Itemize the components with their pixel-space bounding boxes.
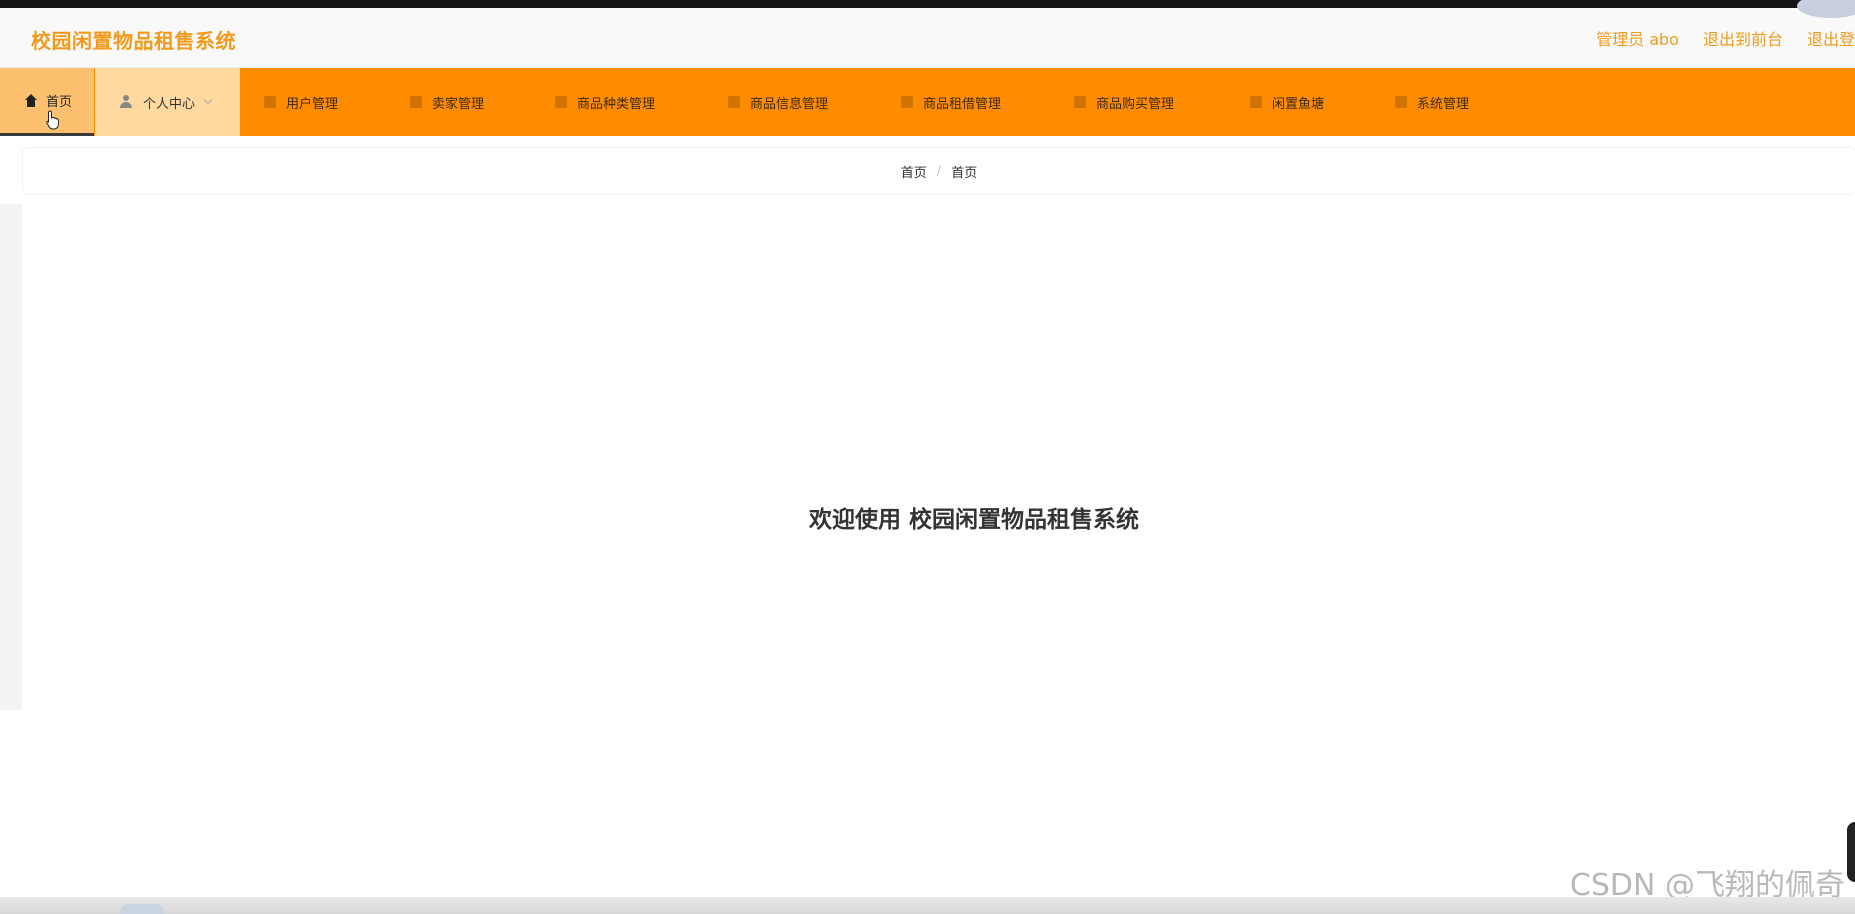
breadcrumb-item[interactable]: 首页	[901, 162, 927, 181]
nav-item-category-management[interactable]: 商品种类管理	[555, 68, 655, 136]
nav-label: 商品租借管理	[923, 96, 1002, 112]
app-title: 校园闲置物品租售系统	[31, 29, 236, 53]
top-navbar: 首页 个人中心 用户管理 卖家管理 商品种类管理 商品信息管理 商品租借管理 商…	[0, 68, 1855, 136]
nav-item-idle-pond[interactable]: 闲置鱼塘	[1250, 68, 1324, 136]
menu-icon	[264, 96, 276, 108]
header-actions: 管理员 abo 退出到前台 退出登	[1596, 26, 1855, 50]
bottom-strip	[0, 897, 1855, 914]
breadcrumb-item: 首页	[951, 165, 978, 181]
menu-icon	[1250, 96, 1262, 108]
side-tab[interactable]	[1847, 822, 1855, 882]
nav-item-purchase-management[interactable]: 商品购买管理	[1074, 68, 1174, 136]
home-icon	[24, 93, 38, 108]
menu-icon	[901, 96, 913, 108]
avatar[interactable]	[1797, 0, 1855, 18]
nav-item-user-management[interactable]: 用户管理	[264, 68, 338, 136]
nav-item-seller-management[interactable]: 卖家管理	[410, 68, 484, 136]
welcome-text: 欢迎使用 校园闲置物品租售系统	[809, 507, 1140, 533]
nav-label: 卖家管理	[432, 96, 485, 112]
exit-to-front-link[interactable]: 退出到前台	[1703, 26, 1783, 50]
breadcrumb-separator: /	[936, 163, 942, 179]
nav-item-rental-management[interactable]: 商品租借管理	[901, 68, 1001, 136]
nav-item-personal-center[interactable]: 个人中心	[95, 68, 240, 136]
left-gutter	[0, 204, 22, 710]
menu-icon	[410, 96, 422, 108]
nav-label: 商品购买管理	[1096, 96, 1175, 112]
nav-label: 首页	[46, 95, 73, 110]
user-icon	[119, 95, 133, 109]
window-top-strip	[0, 0, 1855, 8]
nav-label: 个人中心	[143, 96, 196, 112]
logout-link[interactable]: 退出登	[1807, 26, 1855, 50]
nav-label: 用户管理	[286, 96, 339, 112]
menu-icon	[555, 96, 567, 108]
nav-label: 商品信息管理	[750, 96, 829, 112]
nav-label: 商品种类管理	[577, 96, 656, 112]
content-panel: 欢迎使用 校园闲置物品租售系统	[22, 208, 1855, 708]
taskbar-blob	[120, 904, 164, 914]
nav-item-system-management[interactable]: 系统管理	[1395, 68, 1469, 136]
menu-icon	[1074, 96, 1086, 108]
mouse-cursor-icon	[46, 110, 59, 130]
admin-user-label[interactable]: 管理员 abo	[1596, 26, 1679, 50]
menu-icon	[1395, 96, 1407, 108]
nav-label: 闲置鱼塘	[1272, 96, 1325, 112]
header: 校园闲置物品租售系统 管理员 abo 退出到前台 退出登	[0, 0, 1855, 68]
chevron-down-icon	[203, 95, 213, 105]
nav-label: 系统管理	[1417, 96, 1470, 112]
menu-icon	[728, 96, 740, 108]
nav-item-product-info-management[interactable]: 商品信息管理	[728, 68, 828, 136]
breadcrumb: 首页 / 首页	[23, 148, 1855, 194]
